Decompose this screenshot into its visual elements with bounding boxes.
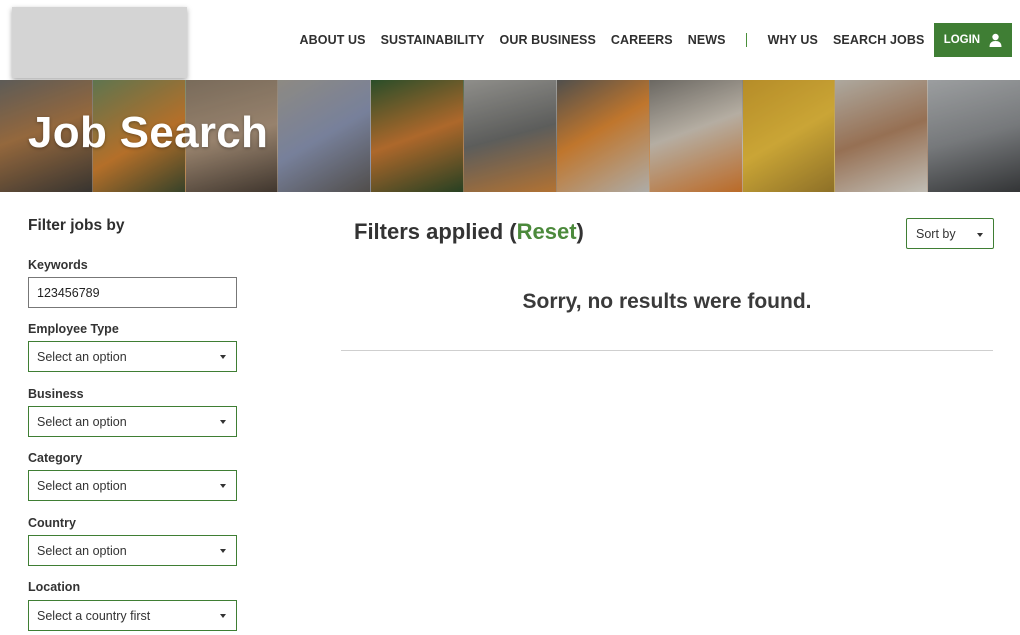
country-value: Select an option <box>37 543 127 558</box>
sort-select[interactable]: Sort by <box>906 218 994 249</box>
location-value: Select a country first <box>37 608 151 623</box>
nav-sustainability[interactable]: SUSTAINABILITY <box>373 33 492 47</box>
business-value: Select an option <box>37 414 127 429</box>
site-header: ABOUT US SUSTAINABILITY OUR BUSINESS CAR… <box>0 0 1020 80</box>
nav-about-us[interactable]: ABOUT US <box>292 33 373 47</box>
location-label: Location <box>28 580 81 594</box>
caret-down-icon <box>977 233 983 237</box>
hero-banner: Job Search <box>0 80 1020 192</box>
reset-link[interactable]: Reset <box>517 219 577 244</box>
caret-down-icon <box>220 484 226 488</box>
company-logo[interactable] <box>12 7 187 78</box>
category-select[interactable]: Select an option <box>28 470 237 501</box>
login-button[interactable]: LOGIN <box>933 22 1012 57</box>
nav-divider <box>746 32 748 47</box>
keywords-input[interactable] <box>28 277 237 308</box>
caret-down-icon <box>220 355 226 359</box>
filters-prefix: Filters applied ( <box>354 219 517 244</box>
nav-news[interactable]: NEWS <box>680 33 733 47</box>
caret-down-icon <box>220 420 226 424</box>
results-divider <box>341 350 993 351</box>
keywords-label: Keywords <box>28 258 88 272</box>
location-select[interactable]: Select a country first <box>28 600 237 631</box>
nav-our-business[interactable]: OUR BUSINESS <box>492 33 603 47</box>
nav-careers[interactable]: CAREERS <box>603 33 680 47</box>
country-select[interactable]: Select an option <box>28 535 237 566</box>
login-label: LOGIN <box>943 33 981 46</box>
employee-type-select[interactable]: Select an option <box>28 341 237 372</box>
nav-why-us[interactable]: WHY US <box>760 33 825 47</box>
caret-down-icon <box>220 549 226 553</box>
filters-suffix: ) <box>576 219 584 244</box>
main-nav: ABOUT US SUSTAINABILITY OUR BUSINESS CAR… <box>292 22 1012 57</box>
caret-down-icon <box>220 614 226 618</box>
page-title: Job Search <box>28 108 269 157</box>
nav-search-jobs[interactable]: SEARCH JOBS <box>826 33 932 47</box>
category-label: Category <box>28 451 83 465</box>
filters-applied-heading: Filters applied (Reset) <box>354 219 584 245</box>
country-label: Country <box>28 516 76 530</box>
no-results-message: Sorry, no results were found. <box>522 290 812 313</box>
employee-type-value: Select an option <box>37 349 127 364</box>
filter-heading: Filter jobs by <box>28 217 125 234</box>
business-label: Business <box>28 387 84 401</box>
employee-type-label: Employee Type <box>28 322 119 336</box>
user-icon <box>989 33 1002 47</box>
filter-sidebar: Filter jobs by Keywords Employee Type Se… <box>28 217 237 631</box>
category-value: Select an option <box>37 478 127 493</box>
sort-label: Sort by <box>916 226 956 241</box>
business-select[interactable]: Select an option <box>28 406 237 437</box>
